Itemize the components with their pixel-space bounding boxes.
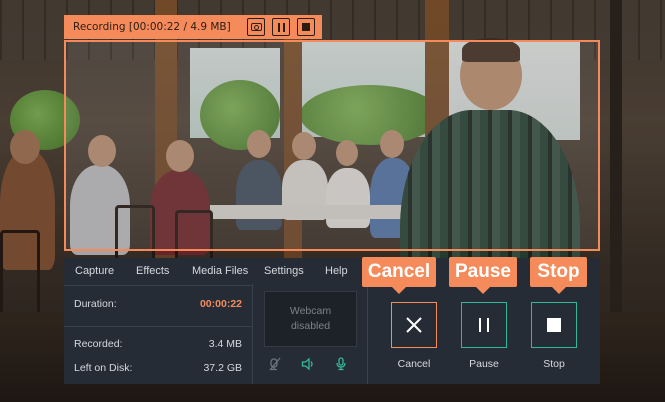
pause-icon: [479, 318, 489, 332]
source-toggles: [267, 356, 349, 372]
menu-media-files[interactable]: Media Files: [192, 265, 248, 277]
recording-status: Recording [00:00:22 / 4.9 MB]: [73, 21, 231, 33]
pause-icon: [277, 22, 280, 32]
recording-panel: Capture Effects Media Files Settings Hel…: [64, 258, 600, 384]
screenshot-button[interactable]: [247, 18, 265, 36]
stop-icon: [547, 318, 561, 332]
divider: [64, 326, 252, 327]
recording-bar: Recording [00:00:22 / 4.9 MB]: [64, 15, 322, 39]
disk-label: Left on Disk:: [74, 362, 133, 374]
pause-button[interactable]: [461, 302, 507, 348]
menu-capture[interactable]: Capture: [75, 265, 114, 277]
stop-label: Stop: [543, 358, 565, 370]
stats-section: Duration: 00:00:22 Recorded: 3.4 MB Left…: [64, 285, 252, 384]
speaker-icon[interactable]: [300, 356, 316, 372]
pause-button-small[interactable]: [272, 18, 290, 36]
pause-label: Pause: [469, 358, 499, 370]
camera-icon: [250, 23, 262, 31]
webcam-line2: disabled: [290, 320, 331, 332]
webcam-off-icon[interactable]: [267, 356, 283, 372]
microphone-icon[interactable]: [333, 356, 349, 372]
divider: [367, 284, 368, 384]
disk-row: Left on Disk: 37.2 GB: [74, 362, 242, 374]
cancel-label: Cancel: [397, 358, 431, 370]
stop-button-small[interactable]: [297, 18, 315, 36]
menu-effects[interactable]: Effects: [136, 265, 169, 277]
menu-settings[interactable]: Settings: [264, 265, 304, 277]
pause-callout: Pause: [449, 257, 517, 294]
stop-button[interactable]: [531, 302, 577, 348]
close-icon: [406, 317, 422, 333]
recorded-value: 3.4 MB: [208, 338, 242, 350]
duration-value: 00:00:22: [199, 298, 242, 310]
recorded-label: Recorded:: [74, 338, 123, 350]
duration-label: Duration:: [74, 298, 117, 310]
disk-value: 37.2 GB: [203, 362, 242, 374]
stop-icon: [302, 23, 310, 31]
cancel-button[interactable]: [391, 302, 437, 348]
menu-bar: Capture Effects Media Files Settings Hel…: [64, 258, 354, 284]
webcam-preview: Webcam disabled: [264, 291, 357, 347]
cancel-callout: Cancel: [362, 257, 436, 294]
divider: [252, 284, 253, 384]
menu-help[interactable]: Help: [325, 265, 348, 277]
stop-callout: Stop: [530, 257, 587, 294]
recorded-row: Recorded: 3.4 MB: [74, 338, 242, 350]
capture-frame-border[interactable]: [64, 40, 600, 251]
duration-row: Duration: 00:00:22: [74, 298, 242, 310]
webcam-line1: Webcam: [289, 305, 332, 317]
